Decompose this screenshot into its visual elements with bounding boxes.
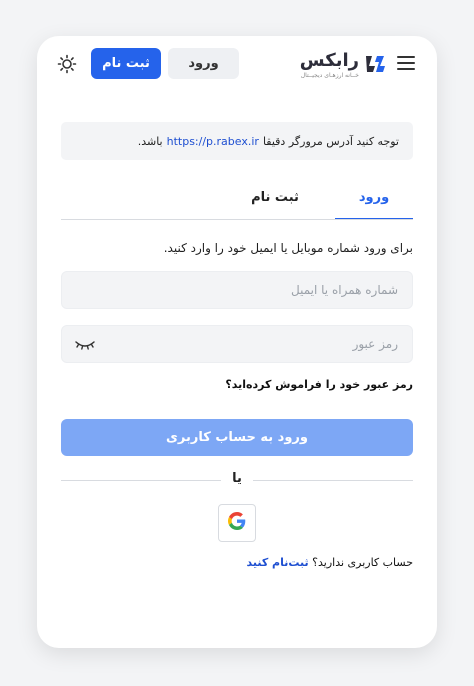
login-button[interactable]: ورود bbox=[168, 48, 239, 79]
rabex-logo[interactable]: رابکس خــانه ارزهـای دیجیــتال bbox=[287, 48, 387, 82]
signup-link[interactable]: ثبت‌نام کنید bbox=[247, 556, 309, 569]
forgot-password-link[interactable]: رمز عبور خود را فراموش کرده‌اید؟ bbox=[61, 378, 413, 391]
divider-left bbox=[61, 480, 221, 481]
login-instruction: برای ورود شماره موبایل یا ایمیل خود را و… bbox=[163, 241, 413, 255]
logo-subtitle: خــانه ارزهـای دیجیــتال bbox=[300, 72, 359, 79]
tabs-divider bbox=[61, 219, 413, 220]
password-input[interactable] bbox=[62, 326, 412, 362]
register-button[interactable]: ثبت نام bbox=[91, 48, 161, 79]
signup-prompt: حساب کاربری ندارید؟ ثبت‌نام کنید bbox=[61, 556, 414, 569]
divider-right bbox=[253, 480, 413, 481]
notice-text-before: توجه کنید آدرس مرورگر دقیقا bbox=[262, 134, 399, 148]
google-login-button[interactable] bbox=[218, 504, 256, 542]
mobile-frame: ثبت نام ورود رابکس خــانه ارزهـای دیجیــ… bbox=[37, 36, 437, 648]
logo-mark-icon bbox=[363, 52, 387, 76]
phone-email-input[interactable] bbox=[62, 272, 412, 308]
notice-url: https://p.rabex.ir bbox=[166, 134, 259, 148]
login-submit-button[interactable]: ورود به حساب کاربری bbox=[61, 419, 413, 456]
url-notice: توجه کنید آدرس مرورگر دقیقا https://p.ra… bbox=[61, 122, 413, 160]
password-field[interactable] bbox=[61, 325, 413, 363]
google-icon bbox=[228, 512, 246, 534]
no-account-text: حساب کاربری ندارید؟ bbox=[312, 556, 413, 569]
top-bar: ثبت نام ورود رابکس خــانه ارزهـای دیجیــ… bbox=[37, 36, 437, 96]
logo-text: رابکس bbox=[299, 50, 359, 71]
auth-tabs: ورود ثبت نام bbox=[61, 176, 413, 220]
notice-text-after: باشد. bbox=[137, 134, 163, 148]
or-separator: یا bbox=[232, 471, 242, 486]
tab-register[interactable]: ثبت نام bbox=[215, 176, 335, 218]
hamburger-icon[interactable] bbox=[397, 56, 415, 70]
eye-closed-icon[interactable] bbox=[74, 337, 96, 353]
phone-email-field[interactable] bbox=[61, 271, 413, 309]
sun-icon[interactable] bbox=[57, 54, 77, 74]
tab-login[interactable]: ورود bbox=[335, 176, 413, 220]
